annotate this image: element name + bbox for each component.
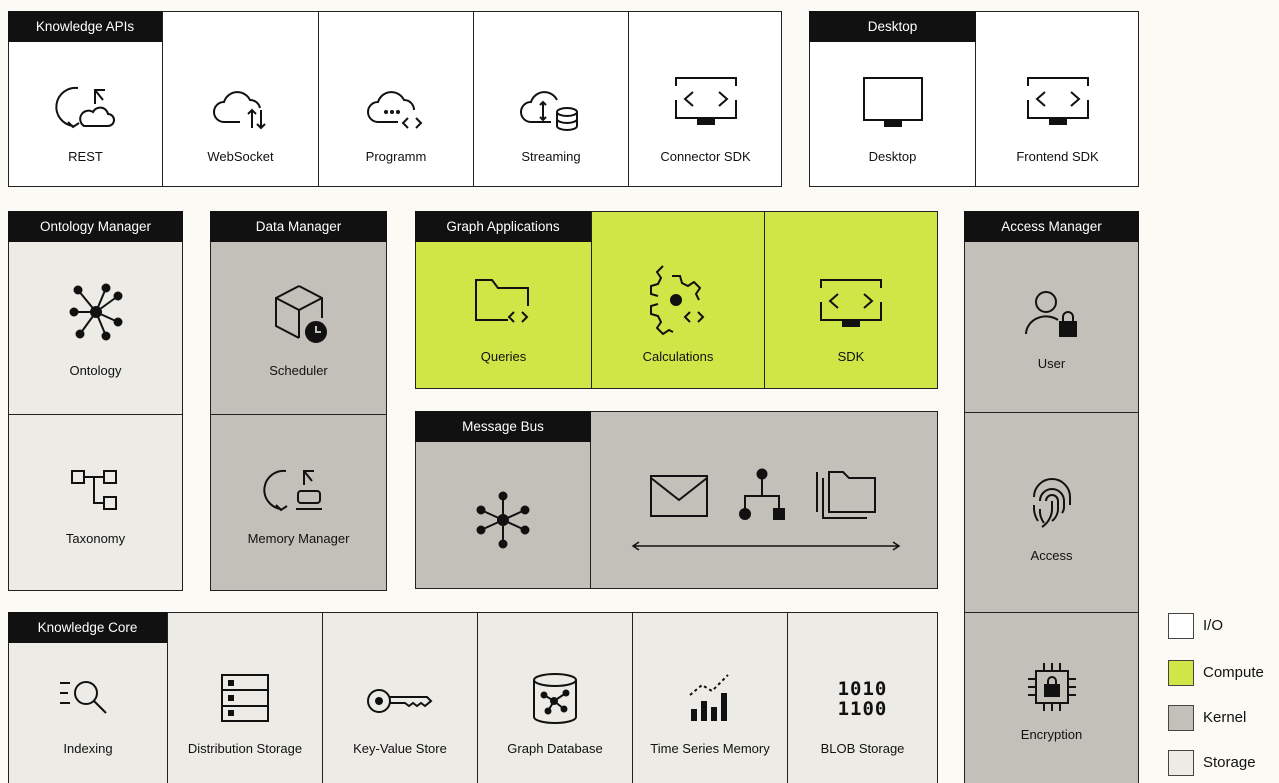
- key-value-store-label: Key-Value Store: [353, 741, 447, 756]
- network-icon: [69, 283, 122, 341]
- legend-compute-label: Compute: [1203, 664, 1264, 681]
- taxonomy-label: Taxonomy: [65, 531, 126, 546]
- queries-label: Queries: [480, 349, 527, 364]
- sdk[interactable]: SDK: [764, 212, 937, 388]
- message-bus-channels[interactable]: [590, 412, 937, 588]
- knowledge-apis-title: Knowledge APIs: [8, 11, 162, 42]
- indexing-label: Indexing: [63, 741, 113, 756]
- cloud-code-icon: [367, 91, 423, 129]
- encryption[interactable]: Encryption: [965, 612, 1138, 783]
- user[interactable]: User: [965, 212, 1138, 412]
- desktop-block: Desktop Desktop Frontend SDK: [809, 11, 1139, 187]
- knowledge-core-title: Knowledge Core: [8, 612, 167, 643]
- ontology-manager-block: Ontology Manager Ontology Taxonomy: [8, 211, 183, 591]
- search-list-icon: [60, 681, 107, 714]
- refresh-cloud-icon: [54, 86, 115, 129]
- key-value-store[interactable]: Key-Value Store: [322, 613, 477, 783]
- graph-database-label: Graph Database: [507, 741, 603, 756]
- frontend-sdk[interactable]: Frontend SDK: [975, 12, 1139, 186]
- folders-icon: [816, 471, 876, 519]
- legend-io-swatch: [1168, 613, 1194, 639]
- chart-trend-icon: [689, 674, 729, 721]
- server-icon: [221, 674, 269, 722]
- sdk-label: SDK: [837, 349, 865, 364]
- envelope-icon: [650, 475, 708, 517]
- api-rest-label: REST: [68, 149, 103, 164]
- user-lock-icon: [1024, 291, 1077, 337]
- monitor-code-icon: [820, 279, 882, 327]
- api-connector-sdk[interactable]: Connector SDK: [628, 12, 782, 186]
- distribution-storage[interactable]: Distribution Storage: [167, 613, 322, 783]
- access-manager-block: Access Manager User Access Encryption: [964, 211, 1139, 783]
- graph-applications-title: Graph Applications: [415, 211, 591, 242]
- monitor-code-icon: [674, 77, 737, 125]
- taxonomy[interactable]: Taxonomy: [9, 414, 182, 590]
- scheduler[interactable]: Scheduler: [211, 212, 386, 414]
- gear-code-icon: [650, 265, 705, 336]
- memory-manager[interactable]: Memory Manager: [211, 414, 386, 590]
- data-manager-title: Data Manager: [210, 211, 387, 242]
- encryption-label: Encryption: [1020, 727, 1083, 742]
- data-manager-block: Data Manager Scheduler Memory Manager: [210, 211, 387, 591]
- calculations-label: Calculations: [642, 349, 714, 364]
- desktop-label: Desktop: [868, 149, 917, 164]
- legend-kernel-swatch: [1168, 705, 1194, 731]
- desktop-title: Desktop: [809, 11, 976, 42]
- key-icon: [367, 689, 433, 713]
- time-series-memory[interactable]: Time Series Memory: [632, 613, 787, 783]
- chip-lock-icon: [1027, 663, 1076, 711]
- scheduler-label: Scheduler: [269, 363, 328, 378]
- ontology-manager-title: Ontology Manager: [8, 211, 183, 242]
- legend-kernel-label: Kernel: [1203, 709, 1247, 726]
- binary-line-1: 1010: [837, 678, 888, 700]
- access-label: Access: [1030, 548, 1073, 563]
- api-programm-label: Programm: [365, 149, 427, 164]
- distribution-storage-label: Distribution Storage: [187, 741, 303, 756]
- hierarchy-tree-icon: [739, 468, 785, 520]
- network-icon: [476, 491, 530, 549]
- api-websocket-label: WebSocket: [207, 149, 274, 164]
- legend-storage-label: Storage: [1203, 754, 1256, 771]
- graph-database[interactable]: Graph Database: [477, 613, 632, 783]
- legend-storage-swatch: [1168, 750, 1194, 776]
- bidirectional-arrow-icon: [631, 541, 901, 551]
- api-streaming[interactable]: Streaming: [473, 12, 628, 186]
- api-streaming-label: Streaming: [521, 149, 581, 164]
- hierarchy-icon: [70, 470, 117, 510]
- calculations[interactable]: Calculations: [591, 212, 764, 388]
- ontology-label: Ontology: [69, 363, 122, 378]
- knowledge-apis-block: Knowledge APIs REST WebSocket Programm S…: [8, 11, 782, 187]
- ontology[interactable]: Ontology: [9, 212, 182, 414]
- frontend-sdk-label: Frontend SDK: [1016, 149, 1099, 164]
- api-websocket[interactable]: WebSocket: [162, 12, 318, 186]
- monitor-icon: [862, 77, 923, 127]
- api-connector-sdk-label: Connector SDK: [660, 149, 751, 164]
- legend-io-label: I/O: [1203, 617, 1224, 634]
- user-label: User: [1037, 356, 1066, 371]
- access[interactable]: Access: [965, 412, 1138, 612]
- fingerprint-icon: [1032, 478, 1071, 528]
- api-programm[interactable]: Programm: [318, 12, 473, 186]
- binary-line-2: 1100: [837, 698, 888, 720]
- monitor-code-icon: [1026, 77, 1089, 125]
- blob-storage-label: BLOB Storage: [820, 741, 905, 756]
- time-series-memory-label: Time Series Memory: [650, 741, 770, 756]
- memory-manager-label: Memory Manager: [247, 531, 350, 546]
- knowledge-core-block: Knowledge Core Indexing Distribution Sto…: [8, 612, 938, 783]
- refresh-drive-icon: [262, 469, 322, 512]
- folder-code-icon: [474, 279, 529, 323]
- cloud-database-icon: [520, 91, 578, 131]
- graph-applications-block: Graph Applications Queries Calculations …: [415, 211, 938, 389]
- legend-compute-swatch: [1168, 660, 1194, 686]
- graph-database-icon: [533, 673, 577, 724]
- binary-icon: 1010 1100: [788, 679, 937, 719]
- message-bus-title: Message Bus: [415, 411, 591, 442]
- blob-storage[interactable]: 1010 1100 BLOB Storage: [787, 613, 937, 783]
- access-manager-title: Access Manager: [964, 211, 1139, 242]
- message-bus-block: Message Bus: [415, 411, 938, 589]
- cube-clock-icon: [274, 285, 327, 343]
- cloud-updown-icon: [212, 91, 266, 130]
